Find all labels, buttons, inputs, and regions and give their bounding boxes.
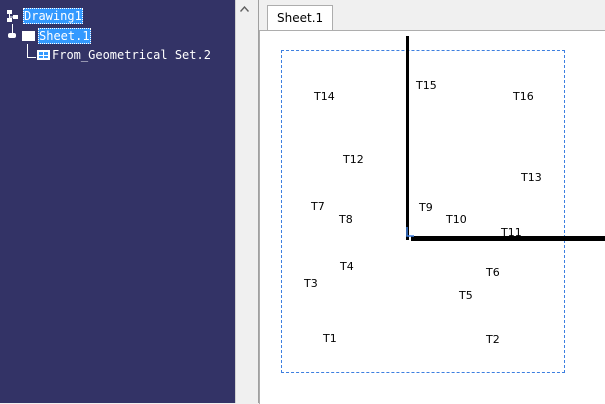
point-label-t11[interactable]: T11 (501, 227, 522, 239)
tree-connector (8, 33, 16, 38)
drawing-sheet[interactable]: T1 T2 T3 T4 T5 T6 T7 T8 T9 T10 T11 T12 T… (259, 30, 605, 404)
point-label-t13[interactable]: T13 (521, 172, 542, 184)
point-label-t6[interactable]: T6 (486, 267, 500, 279)
tree-item-view[interactable]: From_Geometrical Set.2 (37, 47, 212, 63)
sheet-tab-strip: Sheet.1 (259, 0, 605, 31)
point-label-t9[interactable]: T9 (419, 202, 433, 214)
scroll-up-button[interactable] (236, 0, 253, 17)
point-label-t7[interactable]: T7 (311, 201, 325, 213)
vertical-axis-line[interactable] (406, 36, 409, 240)
point-label-t14[interactable]: T14 (314, 91, 335, 103)
tree-item-drawing[interactable]: Drawing1 (6, 8, 83, 24)
point-label-t2[interactable]: T2 (486, 334, 500, 346)
specification-tree[interactable]: Drawing1 Sheet.1 From_Geometrical Set.2 (0, 0, 235, 403)
tree-scrollbar[interactable] (235, 0, 253, 403)
point-label-t1[interactable]: T1 (323, 333, 337, 345)
scroll-up-arrow-icon (240, 5, 249, 12)
point-label-t8[interactable]: T8 (339, 214, 353, 226)
point-label-t12[interactable]: T12 (343, 154, 364, 166)
point-label-t5[interactable]: T5 (459, 290, 473, 302)
point-label-t15[interactable]: T15 (416, 80, 437, 92)
pane-splitter[interactable] (252, 0, 259, 403)
tab-sheet-1[interactable]: Sheet.1 (267, 5, 334, 31)
tree-item-sheet[interactable]: Sheet.1 (22, 28, 91, 44)
point-label-t4[interactable]: T4 (340, 261, 354, 273)
point-label-t16[interactable]: T16 (513, 91, 534, 103)
tree-label-drawing[interactable]: Drawing1 (23, 8, 83, 24)
tree-connector (27, 44, 28, 58)
tree-connector (27, 57, 36, 58)
origin-icon (406, 227, 414, 237)
tree-root-icon (7, 10, 18, 22)
point-label-t3[interactable]: T3 (304, 278, 318, 290)
point-label-t10[interactable]: T10 (446, 214, 467, 226)
view-icon (37, 50, 50, 60)
tree-label-sheet[interactable]: Sheet.1 (38, 28, 91, 44)
sheet-icon (22, 31, 35, 41)
tree-label-view[interactable]: From_Geometrical Set.2 (51, 47, 212, 63)
